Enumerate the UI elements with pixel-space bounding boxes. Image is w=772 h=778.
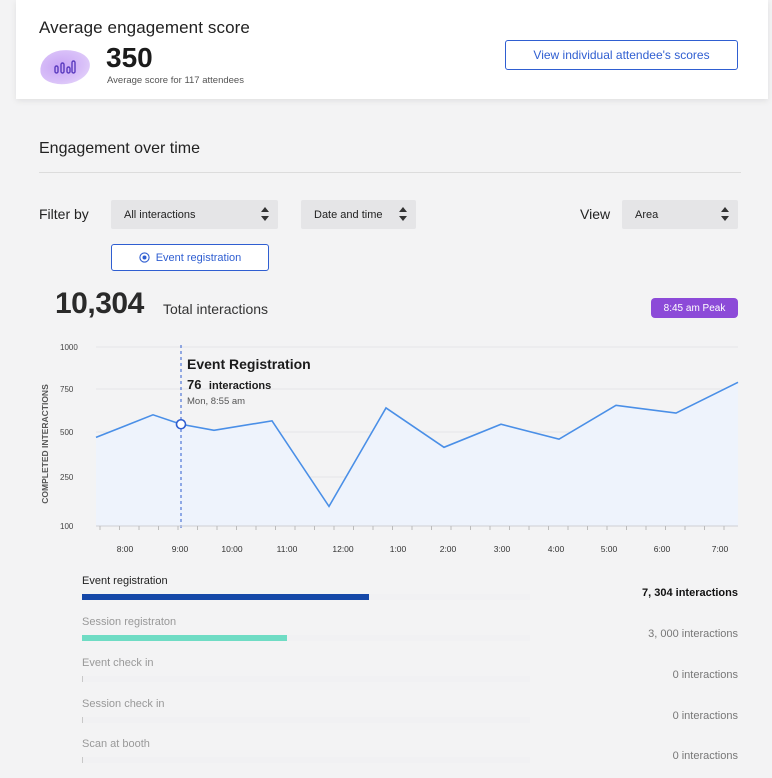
engagement-area-chart: 1000750500250100 COMPLETED INTERACTIONS … (40, 343, 739, 554)
breakdown-value: 0 interactions (672, 669, 738, 681)
average-score-subtitle: Average score for 117 attendees (107, 75, 244, 86)
peak-badge: 8:45 am Peak (651, 298, 738, 318)
y-tick-label: 750 (60, 385, 74, 394)
summary-card: Average engagement score 350 Average sco… (16, 0, 768, 99)
x-tick-label: 6:00 (654, 544, 671, 554)
select-arrows-icon (721, 207, 729, 221)
y-axis-ticks: 1000 750 500 250 100 (60, 343, 78, 531)
tooltip-time: Mon, 8:55 am (187, 396, 245, 407)
section-divider (39, 172, 741, 173)
breakdown-row[interactable]: Session registraton 3, 000 interactions (0, 606, 772, 646)
breakdown-value: 3, 000 interactions (648, 628, 738, 640)
progress-track (82, 594, 530, 600)
summary-title: Average engagement score (39, 18, 250, 37)
view-attendee-scores-button[interactable]: View individual attendee's scores (505, 40, 738, 70)
x-tick-label: 10:00 (221, 544, 243, 554)
y-tick-label: 100 (60, 522, 74, 531)
x-tick-label: 9:00 (172, 544, 189, 554)
x-tick-label: 1:00 (390, 544, 407, 554)
x-tick-label: 5:00 (601, 544, 618, 554)
x-tick-label: 2:00 (440, 544, 457, 554)
select-arrows-icon (261, 207, 269, 221)
x-tick-label: 4:00 (548, 544, 565, 554)
x-tick-label: 8:00 (117, 544, 134, 554)
y-tick-label: 1000 (60, 343, 78, 352)
view-label: View (580, 206, 611, 222)
chip-label: Event registration (155, 251, 242, 264)
x-tick-label: 12:00 (332, 544, 354, 554)
tooltip-title: Event Registration (187, 356, 311, 372)
section-title: Engagement over time (39, 140, 200, 157)
progress-track (82, 717, 530, 723)
breakdown-label: Scan at booth (82, 738, 150, 750)
target-icon (139, 252, 150, 263)
bar-chart-icon (54, 60, 76, 74)
progress-fill (82, 757, 83, 763)
tooltip-count: 76 interactions (187, 376, 271, 393)
progress-track (82, 676, 530, 682)
interaction-type-select[interactable]: All interactions (111, 200, 278, 229)
breakdown-label: Event registration (82, 575, 168, 587)
hover-point[interactable] (175, 418, 187, 430)
breakdown-row[interactable]: Scan at booth 0 interactions (0, 728, 772, 768)
breakdown-value: 0 interactions (672, 710, 738, 722)
progress-fill (82, 594, 369, 600)
breakdown-row[interactable]: Event check in 0 interactions (0, 647, 772, 687)
breakdown-value: 0 interactions (672, 750, 738, 762)
date-time-select[interactable]: Date and time (301, 200, 416, 229)
progress-fill (82, 635, 288, 641)
x-tick-label: 3:00 (494, 544, 511, 554)
progress-fill (82, 717, 83, 723)
select-arrows-icon (399, 207, 407, 221)
breakdown-row[interactable]: Session check in 0 interactions (0, 688, 772, 728)
tooltip-count-value: 76 (187, 377, 201, 392)
chart-tooltip: Event Registration 76 interactions Mon, … (187, 356, 311, 407)
progress-track (82, 757, 530, 763)
breakdown-row[interactable]: Event registration 7, 304 interactions (0, 565, 772, 605)
progress-fill (82, 676, 83, 682)
x-tick-label: 11:00 (277, 544, 298, 554)
breakdown-value: 7, 304 interactions (642, 587, 738, 599)
total-interactions-label: Total interactions (163, 301, 269, 317)
y-axis-label: COMPLETED INTERACTIONS (40, 384, 50, 504)
average-score-value: 350 (106, 42, 153, 73)
y-tick-label: 250 (60, 473, 74, 482)
x-tick-label: 7:00 (712, 544, 729, 554)
view-mode-select[interactable]: Area (622, 200, 738, 229)
breakdown-label: Session registraton (82, 616, 177, 628)
interaction-type-value: All interactions (124, 208, 196, 221)
breakdown-label: Event check in (82, 657, 154, 669)
tooltip-count-unit: interactions (209, 380, 271, 392)
x-axis: 8:00 9:00 10:00 11:00 12:00 1:00 2:00 3:00 4:00 5… (96, 525, 738, 554)
y-tick-label: 500 (60, 428, 74, 437)
progress-track (82, 635, 530, 641)
date-time-value: Date and time (314, 208, 383, 221)
total-interactions-value: 10,304 (55, 287, 144, 320)
view-mode-value: Area (635, 208, 659, 221)
breakdown-label: Session check in (82, 698, 165, 710)
filter-by-label: Filter by (39, 206, 89, 222)
event-registration-chip[interactable]: Event registration (111, 244, 269, 271)
